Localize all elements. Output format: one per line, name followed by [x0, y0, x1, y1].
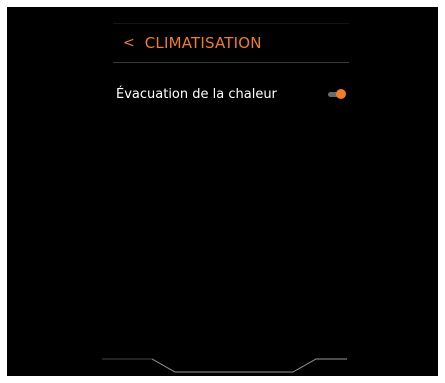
bottom-decoration: [102, 358, 347, 373]
setting-row-heat-evacuation[interactable]: Évacuation de la chaleur: [113, 81, 349, 107]
heat-evacuation-toggle[interactable]: [328, 89, 346, 99]
header-bar: < CLIMATISATION: [113, 23, 349, 63]
toggle-knob: [336, 89, 346, 99]
screen: < CLIMATISATION Évacuation de la chaleur: [7, 7, 438, 376]
chevron-left-icon[interactable]: <: [123, 36, 135, 50]
page-title: CLIMATISATION: [144, 34, 262, 52]
setting-label: Évacuation de la chaleur: [116, 86, 277, 102]
